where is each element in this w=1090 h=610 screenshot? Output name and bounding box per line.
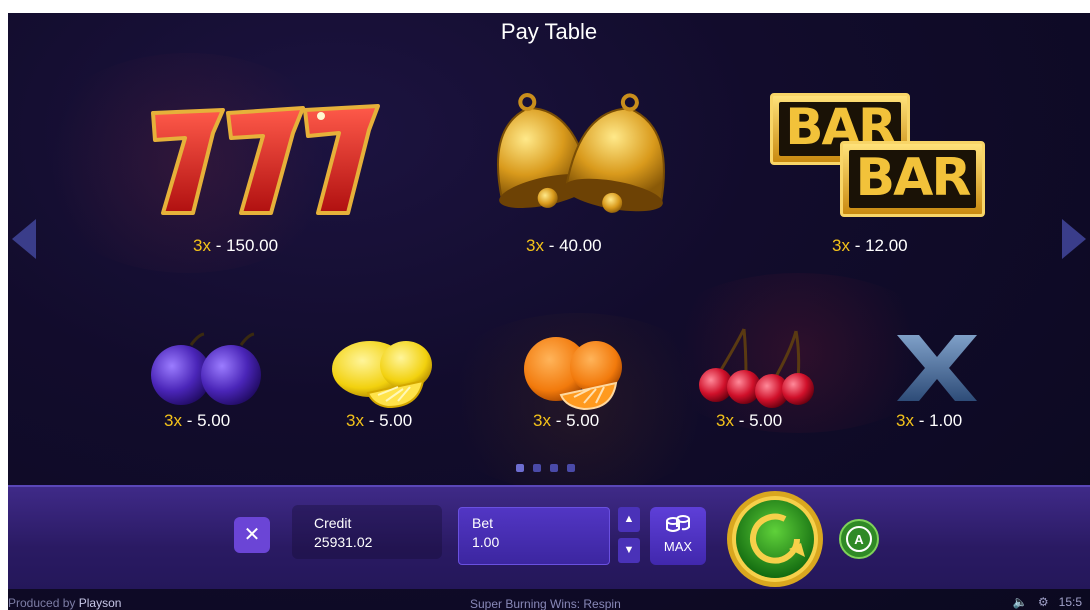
payout-plum: 3x - 5.00 — [164, 411, 231, 430]
game-title: Super Burning Wins: Respin — [470, 597, 621, 610]
footer-tools: 🔈 ⚙ 15:5 — [1013, 595, 1082, 609]
autoplay-button[interactable]: A — [839, 519, 879, 559]
page-dot[interactable] — [567, 464, 575, 472]
cherry-icon — [699, 328, 814, 408]
max-label: MAX — [663, 539, 693, 554]
arrow-up-icon: ▲ — [623, 513, 635, 525]
payout-x: 3x - 1.00 — [896, 411, 963, 430]
sound-icon[interactable]: 🔈 — [1013, 595, 1028, 609]
clock: 15:5 — [1058, 595, 1082, 609]
control-bar: ✕ Credit 25931.02 Bet 1.00 ▲ ▼ MAX A — [8, 485, 1090, 589]
plum-icon — [151, 332, 261, 405]
payout-bells: 3x - 40.00 — [526, 236, 602, 255]
bet-label: Bet — [472, 515, 494, 531]
gear-icon[interactable]: ⚙ — [1038, 595, 1049, 609]
page-dot[interactable] — [550, 464, 558, 472]
page-dot[interactable] — [516, 464, 524, 472]
payout-orange: 3x - 5.00 — [533, 411, 600, 430]
page-title: Pay Table — [500, 19, 598, 44]
spin-button[interactable] — [725, 489, 825, 589]
bells-icon — [496, 93, 665, 213]
payout-777: 3x - 150.00 — [193, 236, 279, 255]
bar-bar-icon: BAR BAR — [770, 93, 985, 218]
x-symbol-icon — [897, 335, 977, 401]
credit-value: 25931.02 — [314, 534, 373, 550]
producer-credit: Produced by Playson — [8, 596, 122, 610]
lemon-icon — [332, 341, 432, 409]
close-paytable-button[interactable]: ✕ — [234, 517, 270, 553]
seven-777-icon — [151, 104, 380, 215]
game-screen: Pay Table 3x - 150.00 3x - 40.00 BAR BAR… — [8, 13, 1090, 610]
orange-icon — [524, 337, 622, 411]
brand-logo: Playson — [78, 596, 122, 610]
bet-decrease-button[interactable]: ▼ — [618, 538, 640, 563]
payout-cherry: 3x - 5.00 — [716, 411, 783, 430]
bet-value: 1.00 — [472, 534, 500, 550]
autoplay-label: A — [854, 532, 864, 547]
bet-increase-button[interactable]: ▲ — [618, 507, 640, 532]
prev-page-arrow-icon[interactable] — [12, 219, 36, 259]
max-bet-button[interactable]: MAX — [650, 507, 706, 565]
arrow-down-icon: ▼ — [623, 544, 635, 556]
credit-label: Credit — [314, 515, 352, 531]
coins-icon — [666, 515, 690, 532]
payout-lemon: 3x - 5.00 — [346, 411, 413, 430]
credit-display: Credit 25931.02 — [292, 505, 442, 559]
next-page-arrow-icon[interactable] — [1062, 219, 1086, 259]
bet-display[interactable]: Bet 1.00 — [458, 507, 610, 565]
payout-bar: 3x - 12.00 — [832, 236, 908, 255]
page-indicator — [516, 464, 575, 472]
page-dot[interactable] — [533, 464, 541, 472]
